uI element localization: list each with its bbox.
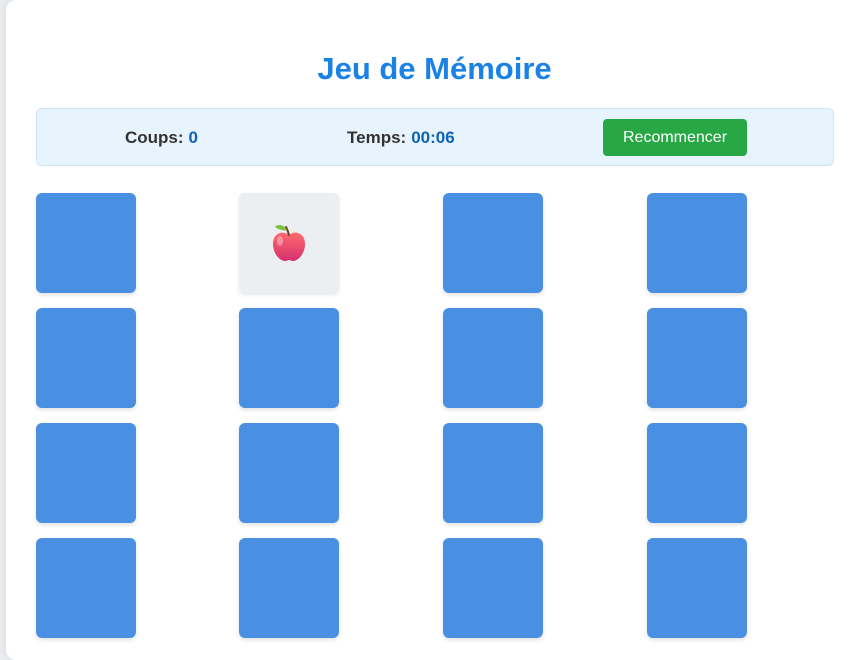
memory-card[interactable]	[36, 423, 136, 523]
memory-card[interactable]	[36, 193, 136, 293]
moves-label: Coups:	[125, 128, 184, 147]
moves-counter: Coups: 0	[125, 128, 198, 148]
memory-card[interactable]	[36, 538, 136, 638]
time-value: 00:06	[411, 128, 455, 147]
restart-button[interactable]: Recommencer	[603, 119, 747, 156]
memory-card-revealed[interactable]	[239, 193, 339, 293]
memory-card[interactable]	[647, 423, 747, 523]
timer: Temps: 00:06	[347, 128, 455, 148]
memory-card[interactable]	[443, 538, 543, 638]
memory-card[interactable]	[443, 193, 543, 293]
stats-bar: Coups: 0 Temps: 00:06 Recommencer	[36, 108, 834, 166]
time-label: Temps:	[347, 128, 407, 147]
memory-card[interactable]	[239, 538, 339, 638]
memory-card[interactable]	[36, 308, 136, 408]
moves-value: 0	[188, 128, 199, 147]
page-title: Jeu de Mémoire	[317, 51, 552, 86]
memory-card[interactable]	[443, 308, 543, 408]
memory-card[interactable]	[647, 308, 747, 408]
memory-card[interactable]	[647, 538, 747, 638]
memory-card[interactable]	[239, 308, 339, 408]
memory-card[interactable]	[443, 423, 543, 523]
apple-icon	[267, 221, 311, 265]
memory-card[interactable]	[647, 193, 747, 293]
memory-card[interactable]	[239, 423, 339, 523]
